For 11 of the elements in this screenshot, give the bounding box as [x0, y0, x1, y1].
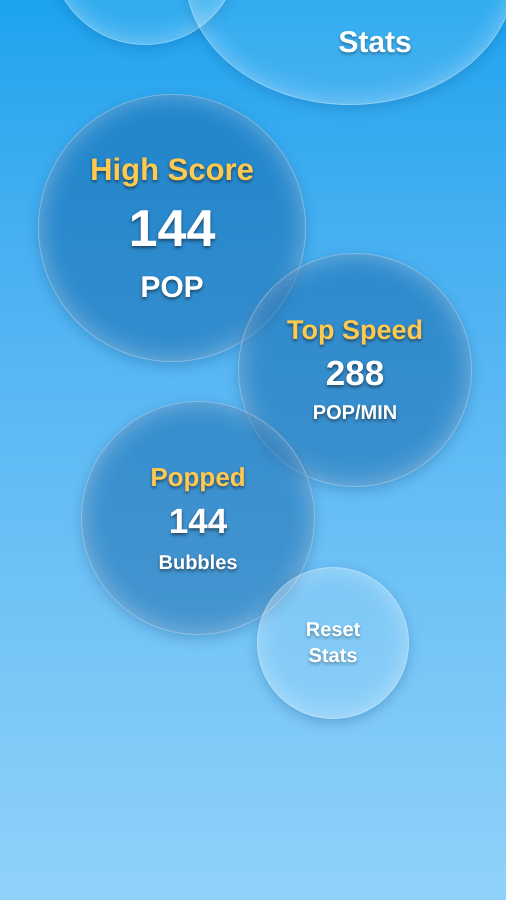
stat-unit: POP/MIN [312, 403, 398, 423]
stat-value: 144 [128, 202, 216, 254]
stat-label: Popped [150, 464, 246, 490]
stat-unit: POP [140, 272, 204, 302]
screen-title: Stats [337, 28, 412, 58]
stat-value: 144 [168, 504, 228, 538]
stat-unit: Bubbles [158, 552, 238, 572]
stat-label: Top Speed [286, 317, 423, 344]
reset-stats-button[interactable]: Reset Stats [257, 567, 409, 719]
stat-value: 288 [326, 356, 384, 391]
stat-label: High Score [90, 154, 254, 184]
